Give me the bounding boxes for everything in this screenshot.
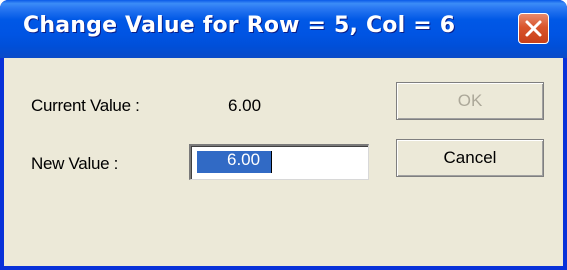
cancel-button-label: Cancel bbox=[443, 148, 497, 167]
text-caret bbox=[271, 151, 272, 173]
current-value-label: Current Value : bbox=[31, 96, 140, 115]
current-value-text: 6.00 bbox=[228, 96, 262, 115]
new-value-text: 6.00 bbox=[227, 150, 261, 169]
close-x-icon bbox=[525, 20, 542, 37]
ok-button[interactable]: OK bbox=[396, 82, 544, 120]
title-bar[interactable]: Change Value for Row = 5, Col = 6 bbox=[0, 0, 567, 58]
dialog-window: Change Value for Row = 5, Col = 6 Curren… bbox=[0, 0, 567, 270]
new-value-input[interactable]: 6.00 bbox=[189, 144, 369, 180]
dialog-body: Current Value : 6.00 New Value : 6.00 OK… bbox=[4, 58, 563, 266]
ok-button-label: OK bbox=[457, 91, 483, 110]
dialog-title: Change Value for Row = 5, Col = 6 bbox=[23, 13, 456, 38]
cancel-button[interactable]: Cancel bbox=[396, 139, 544, 177]
close-button[interactable] bbox=[518, 13, 549, 44]
new-value-label: New Value : bbox=[31, 154, 119, 173]
